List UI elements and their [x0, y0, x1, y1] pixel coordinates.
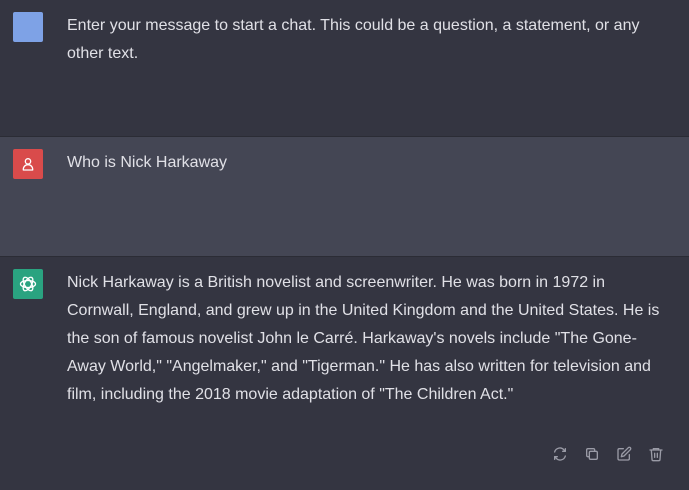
delete-button[interactable]	[645, 443, 667, 465]
refresh-icon	[554, 447, 566, 461]
edit-icon	[617, 446, 632, 461]
system-message-text: Enter your message to start a chat. This…	[67, 17, 640, 62]
regenerate-button[interactable]	[549, 443, 571, 465]
openai-logo-icon	[19, 276, 37, 292]
assistant-message-text: Nick Harkaway is a British novelist and …	[67, 274, 660, 403]
user-icon	[22, 158, 34, 171]
user-avatar	[13, 149, 43, 179]
copy-icon	[586, 448, 598, 460]
copy-button[interactable]	[581, 443, 603, 465]
assistant-message: Nick Harkaway is a British novelist and …	[0, 257, 689, 490]
system-message: Enter your message to start a chat. This…	[0, 0, 689, 136]
user-message: Who is Nick Harkaway	[0, 136, 689, 257]
edit-button[interactable]	[613, 443, 635, 465]
system-avatar	[13, 12, 43, 42]
trash-icon	[649, 448, 663, 462]
assistant-avatar	[13, 269, 43, 299]
message-actions	[549, 443, 667, 465]
user-message-text: Who is Nick Harkaway	[67, 154, 228, 171]
